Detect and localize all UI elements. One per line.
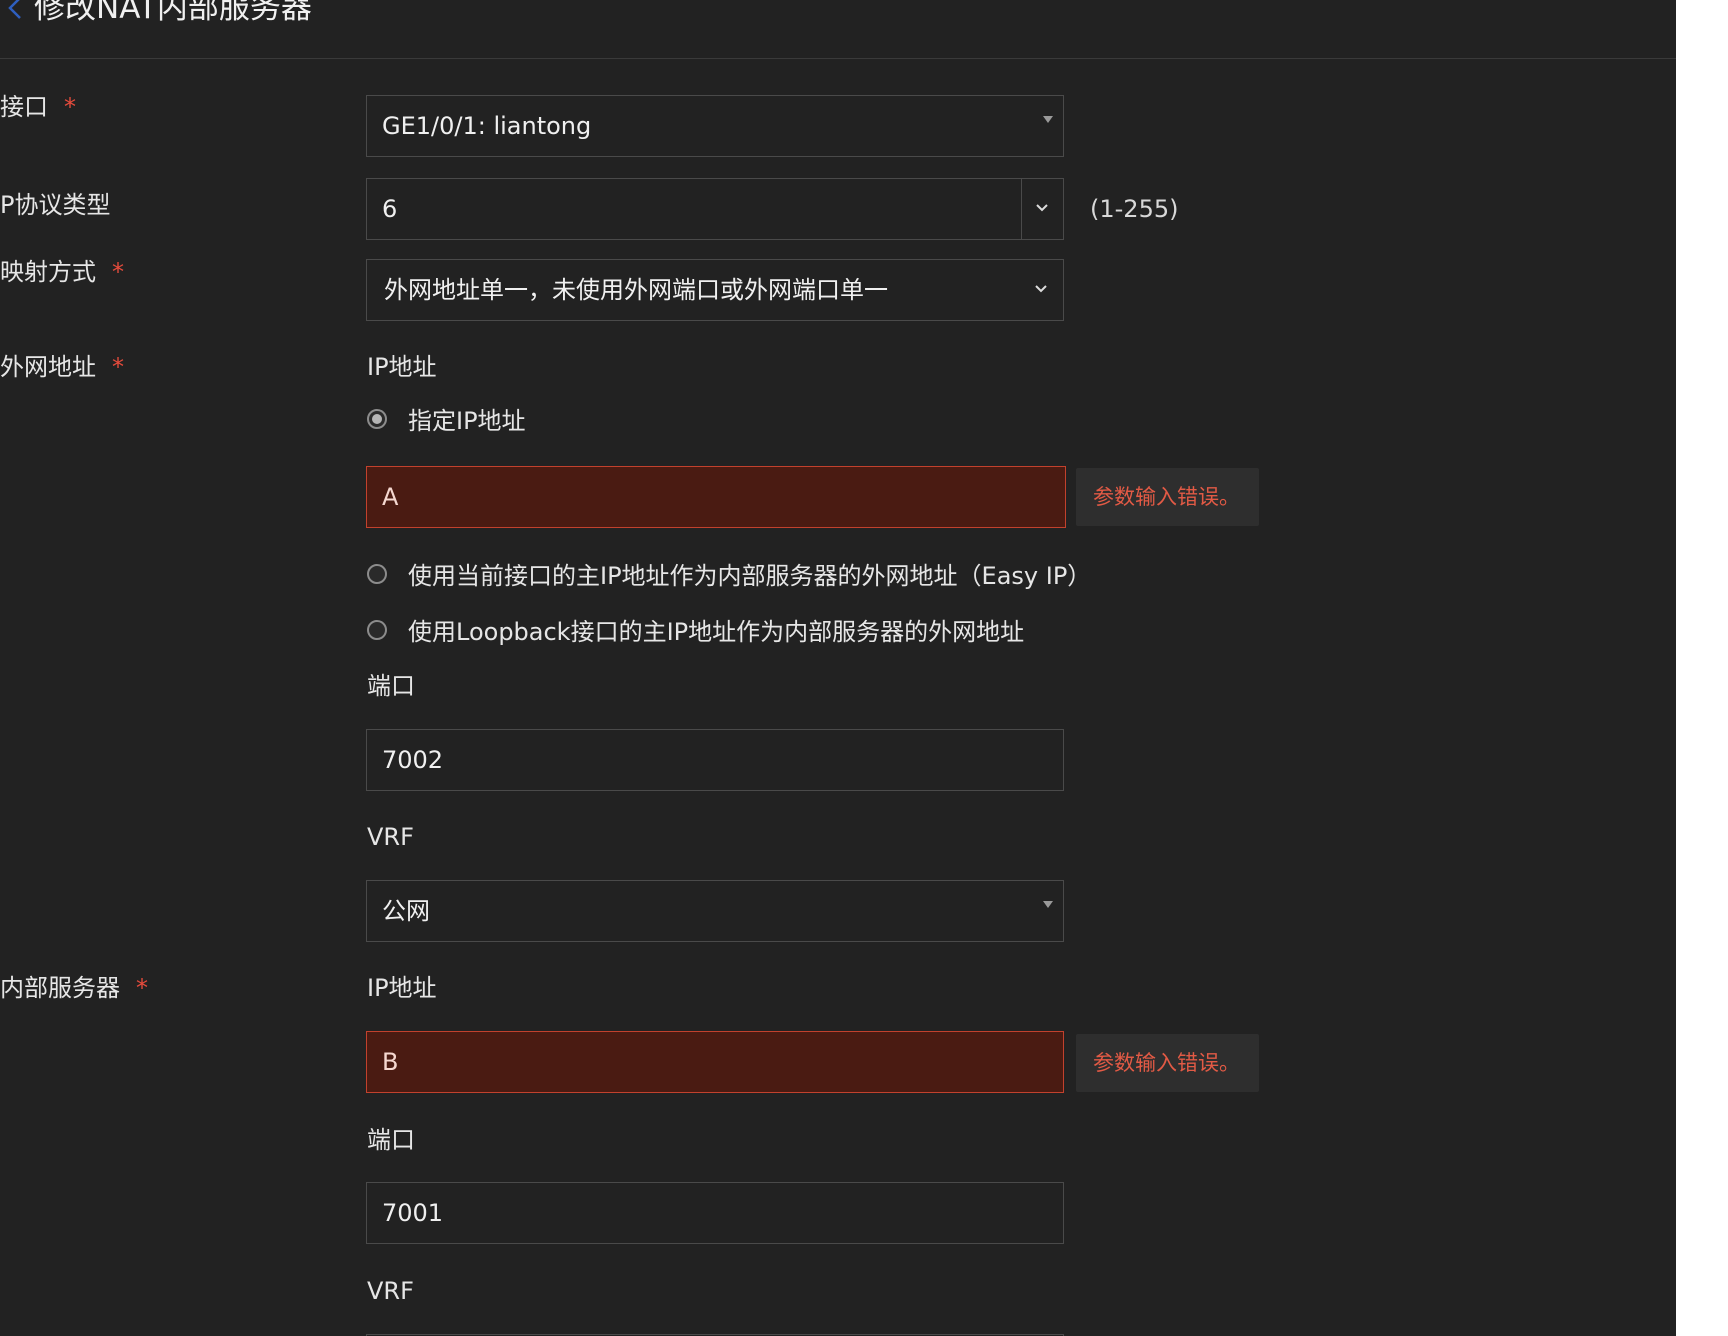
caret-down-icon xyxy=(1043,116,1053,123)
internal-ip-input[interactable]: B xyxy=(366,1031,1064,1093)
radio-specify-ip-label: 指定IP地址 xyxy=(408,407,526,435)
mapping-select[interactable]: 外网地址单一，未使用外网端口或外网端口单一 xyxy=(366,259,1064,321)
external-port-input[interactable]: 7002 xyxy=(366,729,1064,791)
protocol-dropdown-button[interactable] xyxy=(1021,179,1063,239)
internal-server-label-text: 内部服务器 xyxy=(0,974,120,1002)
internal-port-value: 7001 xyxy=(382,1199,444,1227)
radio-unchecked-icon[interactable] xyxy=(367,564,387,584)
page-header: 修改NAT内部服务器 xyxy=(0,0,1676,59)
internal-ip-error-tip: 参数输入错误。 xyxy=(1076,1034,1259,1092)
page-gutter xyxy=(1676,0,1728,1336)
internal-ip-value: B xyxy=(382,1048,399,1076)
internal-vrf-label: VRF xyxy=(367,1277,414,1305)
protocol-combobox[interactable]: 6 xyxy=(366,178,1064,240)
external-port-value: 7002 xyxy=(382,746,444,774)
radio-unchecked-icon[interactable] xyxy=(367,620,387,640)
protocol-range-hint: (1-255) xyxy=(1090,195,1179,223)
chevron-down-icon xyxy=(1021,260,1061,320)
interface-select-value: GE1/0/1: liantong xyxy=(382,112,592,140)
page-title: 修改NAT内部服务器 xyxy=(34,0,312,26)
external-ip-input[interactable]: A xyxy=(366,466,1066,528)
main-panel: 修改NAT内部服务器 接口 * GE1/0/1: liantong P协议类型 6… xyxy=(0,0,1676,1336)
mapping-label: 映射方式 * xyxy=(0,256,124,288)
internal-server-label: 内部服务器 * xyxy=(0,972,148,1004)
external-vrf-label: VRF xyxy=(367,823,414,851)
interface-label: 接口 * xyxy=(0,91,76,123)
external-ip-error-tip: 参数输入错误。 xyxy=(1076,468,1259,526)
internal-port-input[interactable]: 7001 xyxy=(366,1182,1064,1244)
external-vrf-value: 公网 xyxy=(382,897,430,925)
required-mark: * xyxy=(112,258,124,286)
radio-checked-icon[interactable] xyxy=(367,409,387,429)
protocol-label: P协议类型 xyxy=(0,189,110,221)
protocol-value: 6 xyxy=(382,195,398,223)
external-vrf-select[interactable]: 公网 xyxy=(366,880,1064,942)
internal-port-label: 端口 xyxy=(367,1126,415,1154)
external-ip-label: IP地址 xyxy=(367,353,437,381)
back-arrow-icon[interactable] xyxy=(4,0,26,30)
external-ip-value: A xyxy=(382,483,399,511)
caret-down-icon xyxy=(1043,901,1053,908)
required-mark: * xyxy=(64,93,76,121)
mapping-select-value: 外网地址单一，未使用外网端口或外网端口单一 xyxy=(384,276,888,304)
chevron-down-icon xyxy=(1036,204,1048,212)
external-address-label-text: 外网地址 xyxy=(0,353,96,381)
internal-ip-label: IP地址 xyxy=(367,974,437,1002)
required-mark: * xyxy=(136,974,148,1002)
radio-easy-ip-label: 使用当前接口的主IP地址作为内部服务器的外网地址（Easy IP） xyxy=(408,562,1092,590)
mapping-label-text: 映射方式 xyxy=(0,258,96,286)
external-port-label: 端口 xyxy=(367,672,415,700)
radio-loopback-label: 使用Loopback接口的主IP地址作为内部服务器的外网地址 xyxy=(408,618,1025,646)
interface-select[interactable]: GE1/0/1: liantong xyxy=(366,95,1064,157)
required-mark: * xyxy=(112,353,124,381)
interface-label-text: 接口 xyxy=(0,93,48,121)
external-address-label: 外网地址 * xyxy=(0,351,124,383)
protocol-label-text: P协议类型 xyxy=(0,191,111,219)
